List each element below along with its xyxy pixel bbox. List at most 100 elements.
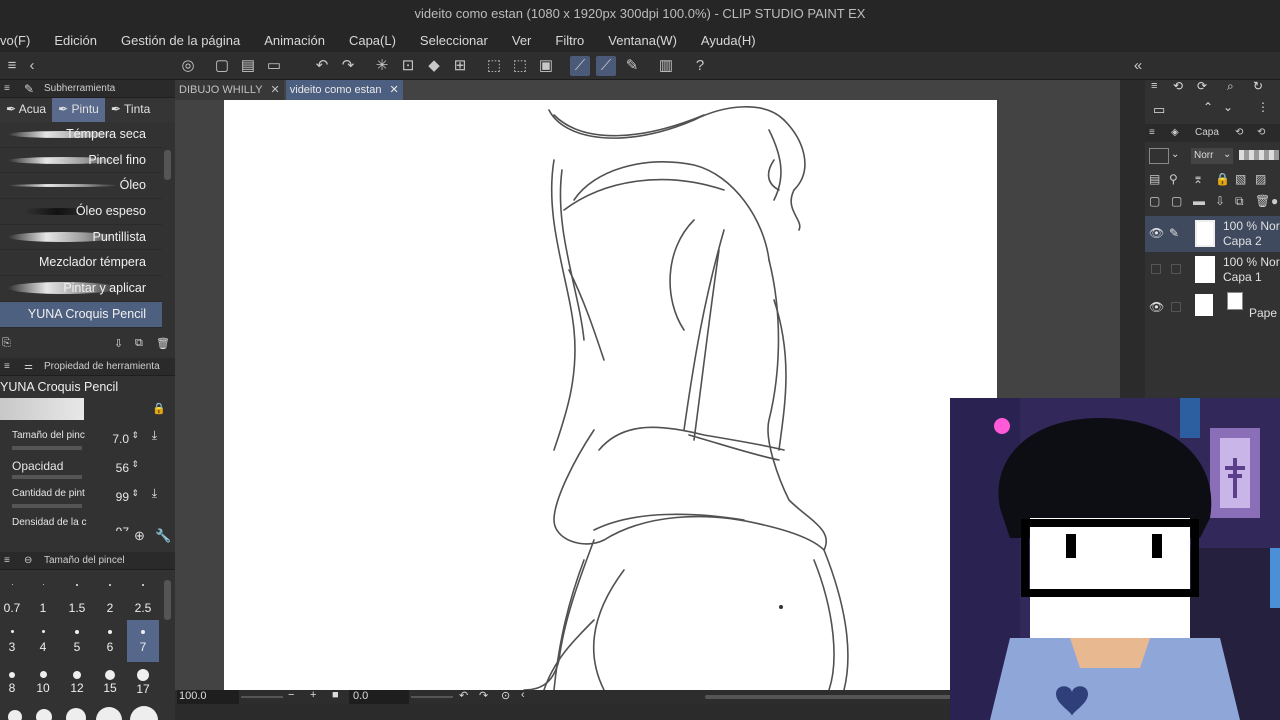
close-icon[interactable]: ✕ (389, 84, 398, 96)
duplicate-icon[interactable]: ⧉ (135, 337, 143, 350)
rotation-field[interactable]: 0.0 (349, 690, 409, 704)
redo-icon[interactable]: ↷ (338, 56, 358, 76)
size-cell[interactable]: 1 (27, 578, 59, 620)
menu-view[interactable]: Ver (500, 33, 544, 48)
mask-add-icon[interactable]: ● (1271, 194, 1278, 208)
size-cell[interactable]: 3 (0, 620, 28, 662)
zoom-in-icon[interactable]: + (310, 689, 316, 701)
transfer-icon[interactable]: ⇩ (1215, 194, 1225, 208)
size-cell[interactable]: 2.5 (127, 578, 159, 620)
menu-layer[interactable]: Capa(L) (337, 33, 408, 48)
property-value[interactable]: 7.0 (112, 432, 129, 446)
layer-property-icon[interactable]: ▭ (1153, 102, 1165, 118)
zoom-slider[interactable] (241, 696, 283, 698)
fit-icon[interactable]: ■ (332, 689, 339, 701)
clip-studio-icon[interactable]: ◎ (178, 56, 198, 76)
tab-dibujo-whilly[interactable]: DIBUJO WHILLY ✕ (175, 80, 284, 100)
menu-file[interactable]: vo(F) (0, 33, 42, 48)
settings-icon[interactable]: ⊕ (134, 528, 145, 544)
zoom-field[interactable]: 100.0 (177, 690, 239, 704)
brush-list-scrollbar[interactable] (164, 150, 171, 180)
transform-icon[interactable]: ⊞ (450, 56, 470, 76)
settings-icon[interactable]: ▥ (656, 56, 676, 76)
menu-edit[interactable]: Edición (42, 33, 109, 48)
brush-item[interactable]: Óleo espeso (0, 199, 162, 225)
close-icon[interactable]: ✕ (271, 84, 280, 96)
scroll-left-icon[interactable]: ‹ (521, 689, 525, 701)
tab-videito-como-estan[interactable]: videito como estan ✕ (285, 80, 403, 100)
brush-item[interactable]: YUNA Croquis Pencil (0, 301, 162, 328)
size-cell[interactable]: 7 (127, 620, 159, 662)
sync-icon[interactable]: ⟳ (1197, 79, 1207, 93)
brush-item[interactable]: Témpera seca (0, 122, 162, 148)
loading-icon[interactable]: ✳ (372, 56, 392, 76)
copy-icon[interactable]: ⎘ (2, 337, 11, 350)
paint-density-row[interactable]: Densidad de la c 97 (0, 511, 175, 531)
new-raster-layer-icon[interactable]: ▢ (1149, 194, 1160, 208)
trash-icon[interactable]: 🗑 (156, 337, 170, 350)
menu-select[interactable]: Seleccionar (408, 33, 500, 48)
opacity-row[interactable]: Opacidad 56 ⇕ (0, 453, 175, 482)
menu-lines-icon[interactable]: ≡ (2, 56, 22, 76)
search-icon[interactable]: ⌕ (1227, 79, 1234, 94)
canvas-paper[interactable] (224, 100, 997, 690)
chevron-down-icon[interactable]: ⌄ (1171, 149, 1179, 160)
layer-row[interactable]: 👁 Pape (1145, 290, 1280, 326)
property-slider[interactable] (12, 475, 82, 479)
layer-row[interactable]: 👁 ✎ 100 % Nor Capa 2 (1145, 216, 1280, 252)
panel-menu-icon[interactable]: ≡ (4, 358, 10, 376)
rotation-slider[interactable] (411, 696, 453, 698)
property-value[interactable]: 97 (116, 525, 129, 531)
panel-menu-icon[interactable]: ≡ (1151, 80, 1157, 92)
snap-ruler-icon[interactable]: ⟋ (570, 56, 590, 76)
new-vector-layer-icon[interactable]: ▢ (1171, 194, 1182, 208)
menu-filter[interactable]: Filtro (543, 33, 596, 48)
brush-size-scrollbar[interactable] (164, 580, 171, 620)
delete-icon[interactable]: 🗑 (1255, 194, 1270, 208)
help-icon[interactable]: ? (690, 56, 710, 76)
lock-icon[interactable]: 🔒 (1215, 172, 1230, 186)
reset-rotation-icon[interactable]: ⊙ (501, 689, 510, 702)
horizontal-scrollbar[interactable] (705, 695, 955, 699)
undo-icon[interactable]: ↶ (312, 56, 332, 76)
selection-invert-icon[interactable]: ⬚ (510, 56, 530, 76)
tab-pintura[interactable]: ✒ Pintu (52, 98, 105, 122)
size-cell[interactable]: 17 (127, 662, 159, 704)
brush-item[interactable]: Mezclador témpera (0, 250, 162, 277)
size-cell[interactable]: 4 (27, 620, 59, 662)
size-cell[interactable]: 1.5 (61, 578, 93, 620)
brush-item[interactable]: Pincel fino (0, 148, 162, 174)
eye-icon[interactable]: 👁 (1149, 300, 1164, 314)
open-file-icon[interactable]: ▤ (238, 56, 258, 76)
size-cell[interactable]: 15 (94, 662, 126, 704)
wrench-icon[interactable]: 🔧 (155, 528, 171, 544)
refresh-icon[interactable]: ↻ (1253, 79, 1263, 93)
size-cell[interactable]: 5 (61, 620, 93, 662)
rotate-right-icon[interactable]: ↷ (479, 689, 488, 702)
lock-transparent-icon[interactable]: ▧ (1235, 172, 1246, 186)
snap-special-ruler-icon[interactable]: ⟋ (596, 56, 616, 76)
property-value[interactable]: 99 (116, 490, 129, 504)
layer-tab-icon[interactable]: ⟲ (1235, 124, 1243, 142)
save-icon[interactable]: ▭ (264, 56, 284, 76)
paint-amount-row[interactable]: Cantidad de pint 99 ⇕ ⤓ (0, 482, 175, 511)
size-cell[interactable]: 6 (94, 620, 126, 662)
visibility-toggle[interactable] (1151, 264, 1161, 274)
size-cell[interactable]: 2 (94, 578, 126, 620)
layer-row[interactable]: 100 % Nor Capa 1 (1145, 252, 1280, 288)
size-cell[interactable]: 10 (27, 662, 59, 704)
property-slider[interactable] (12, 504, 82, 508)
chevron-down-icon[interactable]: ⌄ (1223, 149, 1231, 160)
pressure-icon[interactable]: ⤓ (152, 486, 157, 501)
new-folder-icon[interactable]: ▬ (1193, 194, 1205, 208)
opacity-slider[interactable] (1239, 150, 1279, 160)
navigator-icon[interactable]: ⟲ (1173, 79, 1183, 93)
menu-animation[interactable]: Animación (252, 33, 337, 48)
pressure-icon[interactable]: ⤓ (152, 428, 157, 443)
brush-item[interactable]: Óleo (0, 173, 162, 200)
menu-help[interactable]: Ayuda(H) (689, 33, 768, 48)
mask-icon[interactable]: ▨ (1255, 172, 1266, 186)
snap-grid-icon[interactable]: ✎ (622, 56, 642, 76)
size-cell[interactable]: 12 (61, 662, 93, 704)
edit-toggle[interactable] (1171, 302, 1181, 312)
